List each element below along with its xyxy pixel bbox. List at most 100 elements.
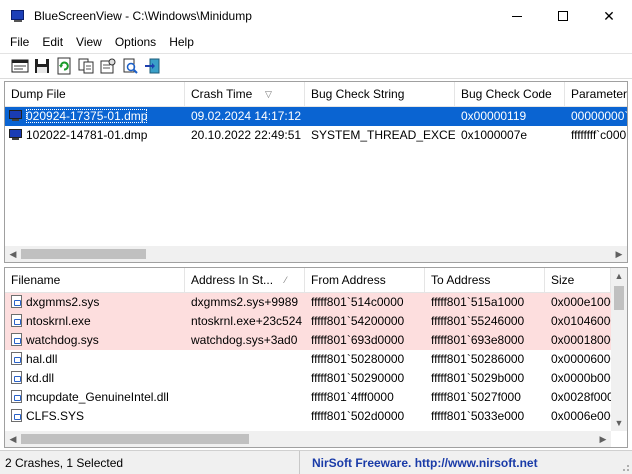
crash-list-header: Dump File Crash Time ▽ Bug Check String B…: [5, 82, 627, 107]
driver-list-header: Filename Address In St... ⁄ From Address …: [5, 268, 611, 293]
column-crash-time[interactable]: Crash Time ▽: [185, 82, 305, 107]
scroll-up-icon[interactable]: ▲: [611, 268, 627, 284]
filename-cell: kd.dll: [5, 369, 185, 388]
vertical-scroll-thumb[interactable]: [614, 286, 624, 310]
column-address-in-stack-label: Address In St...: [191, 273, 274, 287]
column-parameter[interactable]: Parameter: [565, 82, 627, 107]
refresh-icon: [57, 57, 71, 75]
scroll-track[interactable]: [21, 431, 595, 447]
crash-time-cell: 20.10.2022 22:49:51: [191, 128, 302, 142]
size-cell: 0x0006e000: [551, 409, 611, 423]
address-in-stack-cell: [185, 407, 305, 426]
resize-grip-icon[interactable]: [620, 462, 630, 472]
bluescreenview-app-icon[interactable]: [10, 8, 26, 24]
to-address-cell: fffff801`55246000: [431, 314, 525, 328]
properties-icon: [100, 58, 116, 74]
crash-list-horizontal-scrollbar[interactable]: ◀ ▶: [5, 246, 627, 262]
column-dump-file[interactable]: Dump File: [5, 82, 185, 107]
from-address-cell: fffff801`502d0000: [311, 409, 405, 423]
column-filename[interactable]: Filename: [5, 268, 185, 293]
scroll-left-icon[interactable]: ◀: [5, 246, 21, 262]
from-address-cell: fffff801`693d0000: [311, 333, 405, 347]
properties-button[interactable]: [97, 55, 119, 77]
dump-file-cell: 020924-17375-01.dmp: [5, 107, 185, 126]
toolbar: [0, 53, 632, 79]
scroll-left-icon[interactable]: ◀: [5, 431, 21, 447]
to-address-cell: fffff801`5033e000: [431, 409, 525, 423]
scroll-right-icon[interactable]: ▶: [595, 431, 611, 447]
window-title: BlueScreenView - C:\Windows\Minidump: [34, 9, 252, 23]
driver-row[interactable]: kd.dll fffff801`50290000 fffff801`5029b0…: [5, 369, 611, 388]
driver-row[interactable]: watchdog.sys watchdog.sys+3ad0 fffff801`…: [5, 331, 611, 350]
column-from-address[interactable]: From Address: [305, 268, 425, 293]
menu-edit[interactable]: Edit: [36, 35, 69, 49]
bug-check-code-cell: 0x1000007e: [461, 128, 528, 142]
find-icon: [123, 58, 138, 74]
dump-file-icon: [9, 129, 23, 141]
filename-text: watchdog.sys: [26, 333, 99, 347]
column-size[interactable]: Size: [545, 268, 611, 293]
scroll-right-icon[interactable]: ▶: [611, 246, 627, 262]
dump-file-cell: 102022-14781-01.dmp: [5, 126, 185, 145]
scroll-down-icon[interactable]: ▼: [611, 415, 627, 431]
status-summary: 2 Crashes, 1 Selected: [0, 450, 300, 474]
crash-time-cell: 09.02.2024 14:17:12: [191, 109, 302, 123]
menu-options[interactable]: Options: [109, 35, 162, 49]
nirsoft-link[interactable]: NirSoft Freeware. http://www.nirsoft.net: [312, 456, 538, 470]
menu-view[interactable]: View: [70, 35, 108, 49]
crash-row[interactable]: 020924-17375-01.dmp 09.02.2024 14:17:12 …: [5, 107, 627, 126]
filename-text: mcupdate_GenuineIntel.dll: [26, 390, 169, 404]
bug-check-code-cell: 0x00000119: [461, 109, 527, 123]
refresh-button[interactable]: [53, 55, 75, 77]
filename-text: hal.dll: [26, 352, 58, 366]
size-cell: 0x01046000: [551, 314, 611, 328]
sort-descending-icon: ▽: [265, 89, 272, 99]
crash-list[interactable]: Dump File Crash Time ▽ Bug Check String B…: [4, 81, 628, 263]
minimize-button[interactable]: [494, 0, 540, 32]
close-button[interactable]: ✕: [586, 0, 632, 32]
html-report-icon: [11, 59, 29, 73]
driver-list-horizontal-scrollbar[interactable]: ◀ ▶: [5, 431, 611, 447]
address-in-stack-cell: dxgmms2.sys+9989: [191, 295, 299, 309]
scroll-track[interactable]: [21, 246, 611, 262]
driver-row[interactable]: dxgmms2.sys dxgmms2.sys+9989 fffff801`51…: [5, 293, 611, 312]
find-button[interactable]: [119, 55, 141, 77]
to-address-cell: fffff801`693e8000: [431, 333, 525, 347]
address-in-stack-cell: [185, 369, 305, 388]
column-to-address[interactable]: To Address: [425, 268, 545, 293]
copy-button[interactable]: [75, 55, 97, 77]
scroll-thumb[interactable]: [21, 434, 249, 444]
close-icon: ✕: [603, 7, 615, 24]
driver-row[interactable]: ntoskrnl.exe ntoskrnl.exe+23c524 fffff80…: [5, 312, 611, 331]
driver-row[interactable]: CLFS.SYS fffff801`502d0000 fffff801`5033…: [5, 407, 611, 426]
file-icon: [11, 371, 22, 384]
html-report-button[interactable]: [9, 55, 31, 77]
filename-text: ntoskrnl.exe: [26, 314, 91, 328]
filename-text: kd.dll: [26, 371, 55, 385]
driver-list-vertical-scrollbar[interactable]: ▲ ▼: [611, 268, 627, 431]
driver-row[interactable]: hal.dll fffff801`50280000 fffff801`50286…: [5, 350, 611, 369]
crash-row[interactable]: 102022-14781-01.dmp 20.10.2022 22:49:51 …: [5, 126, 627, 145]
file-icon: [11, 295, 22, 308]
filename-cell: watchdog.sys: [5, 331, 185, 350]
column-bug-check-string[interactable]: Bug Check String: [305, 82, 455, 107]
menu-file[interactable]: File: [4, 35, 35, 49]
save-button[interactable]: [31, 55, 53, 77]
column-bug-check-code[interactable]: Bug Check Code: [455, 82, 565, 107]
to-address-cell: fffff801`515a1000: [431, 295, 525, 309]
column-address-in-stack[interactable]: Address In St... ⁄: [185, 268, 305, 293]
filename-text: dxgmms2.sys: [26, 295, 100, 309]
exit-button[interactable]: [141, 55, 163, 77]
maximize-button[interactable]: [540, 0, 586, 32]
driver-list[interactable]: Filename Address In St... ⁄ From Address …: [4, 267, 628, 448]
from-address-cell: fffff801`514c0000: [311, 295, 404, 309]
from-address-cell: fffff801`50290000: [311, 371, 405, 385]
driver-row[interactable]: mcupdate_GenuineIntel.dll fffff801`4fff0…: [5, 388, 611, 407]
address-in-stack-cell: watchdog.sys+3ad0: [191, 333, 298, 347]
menu-bar: File Edit View Options Help: [0, 32, 632, 52]
dump-file-icon: [9, 110, 23, 122]
filename-text: CLFS.SYS: [26, 409, 85, 423]
bug-check-string-cell: [305, 107, 455, 126]
menu-help[interactable]: Help: [163, 35, 200, 49]
scroll-thumb[interactable]: [21, 249, 146, 259]
